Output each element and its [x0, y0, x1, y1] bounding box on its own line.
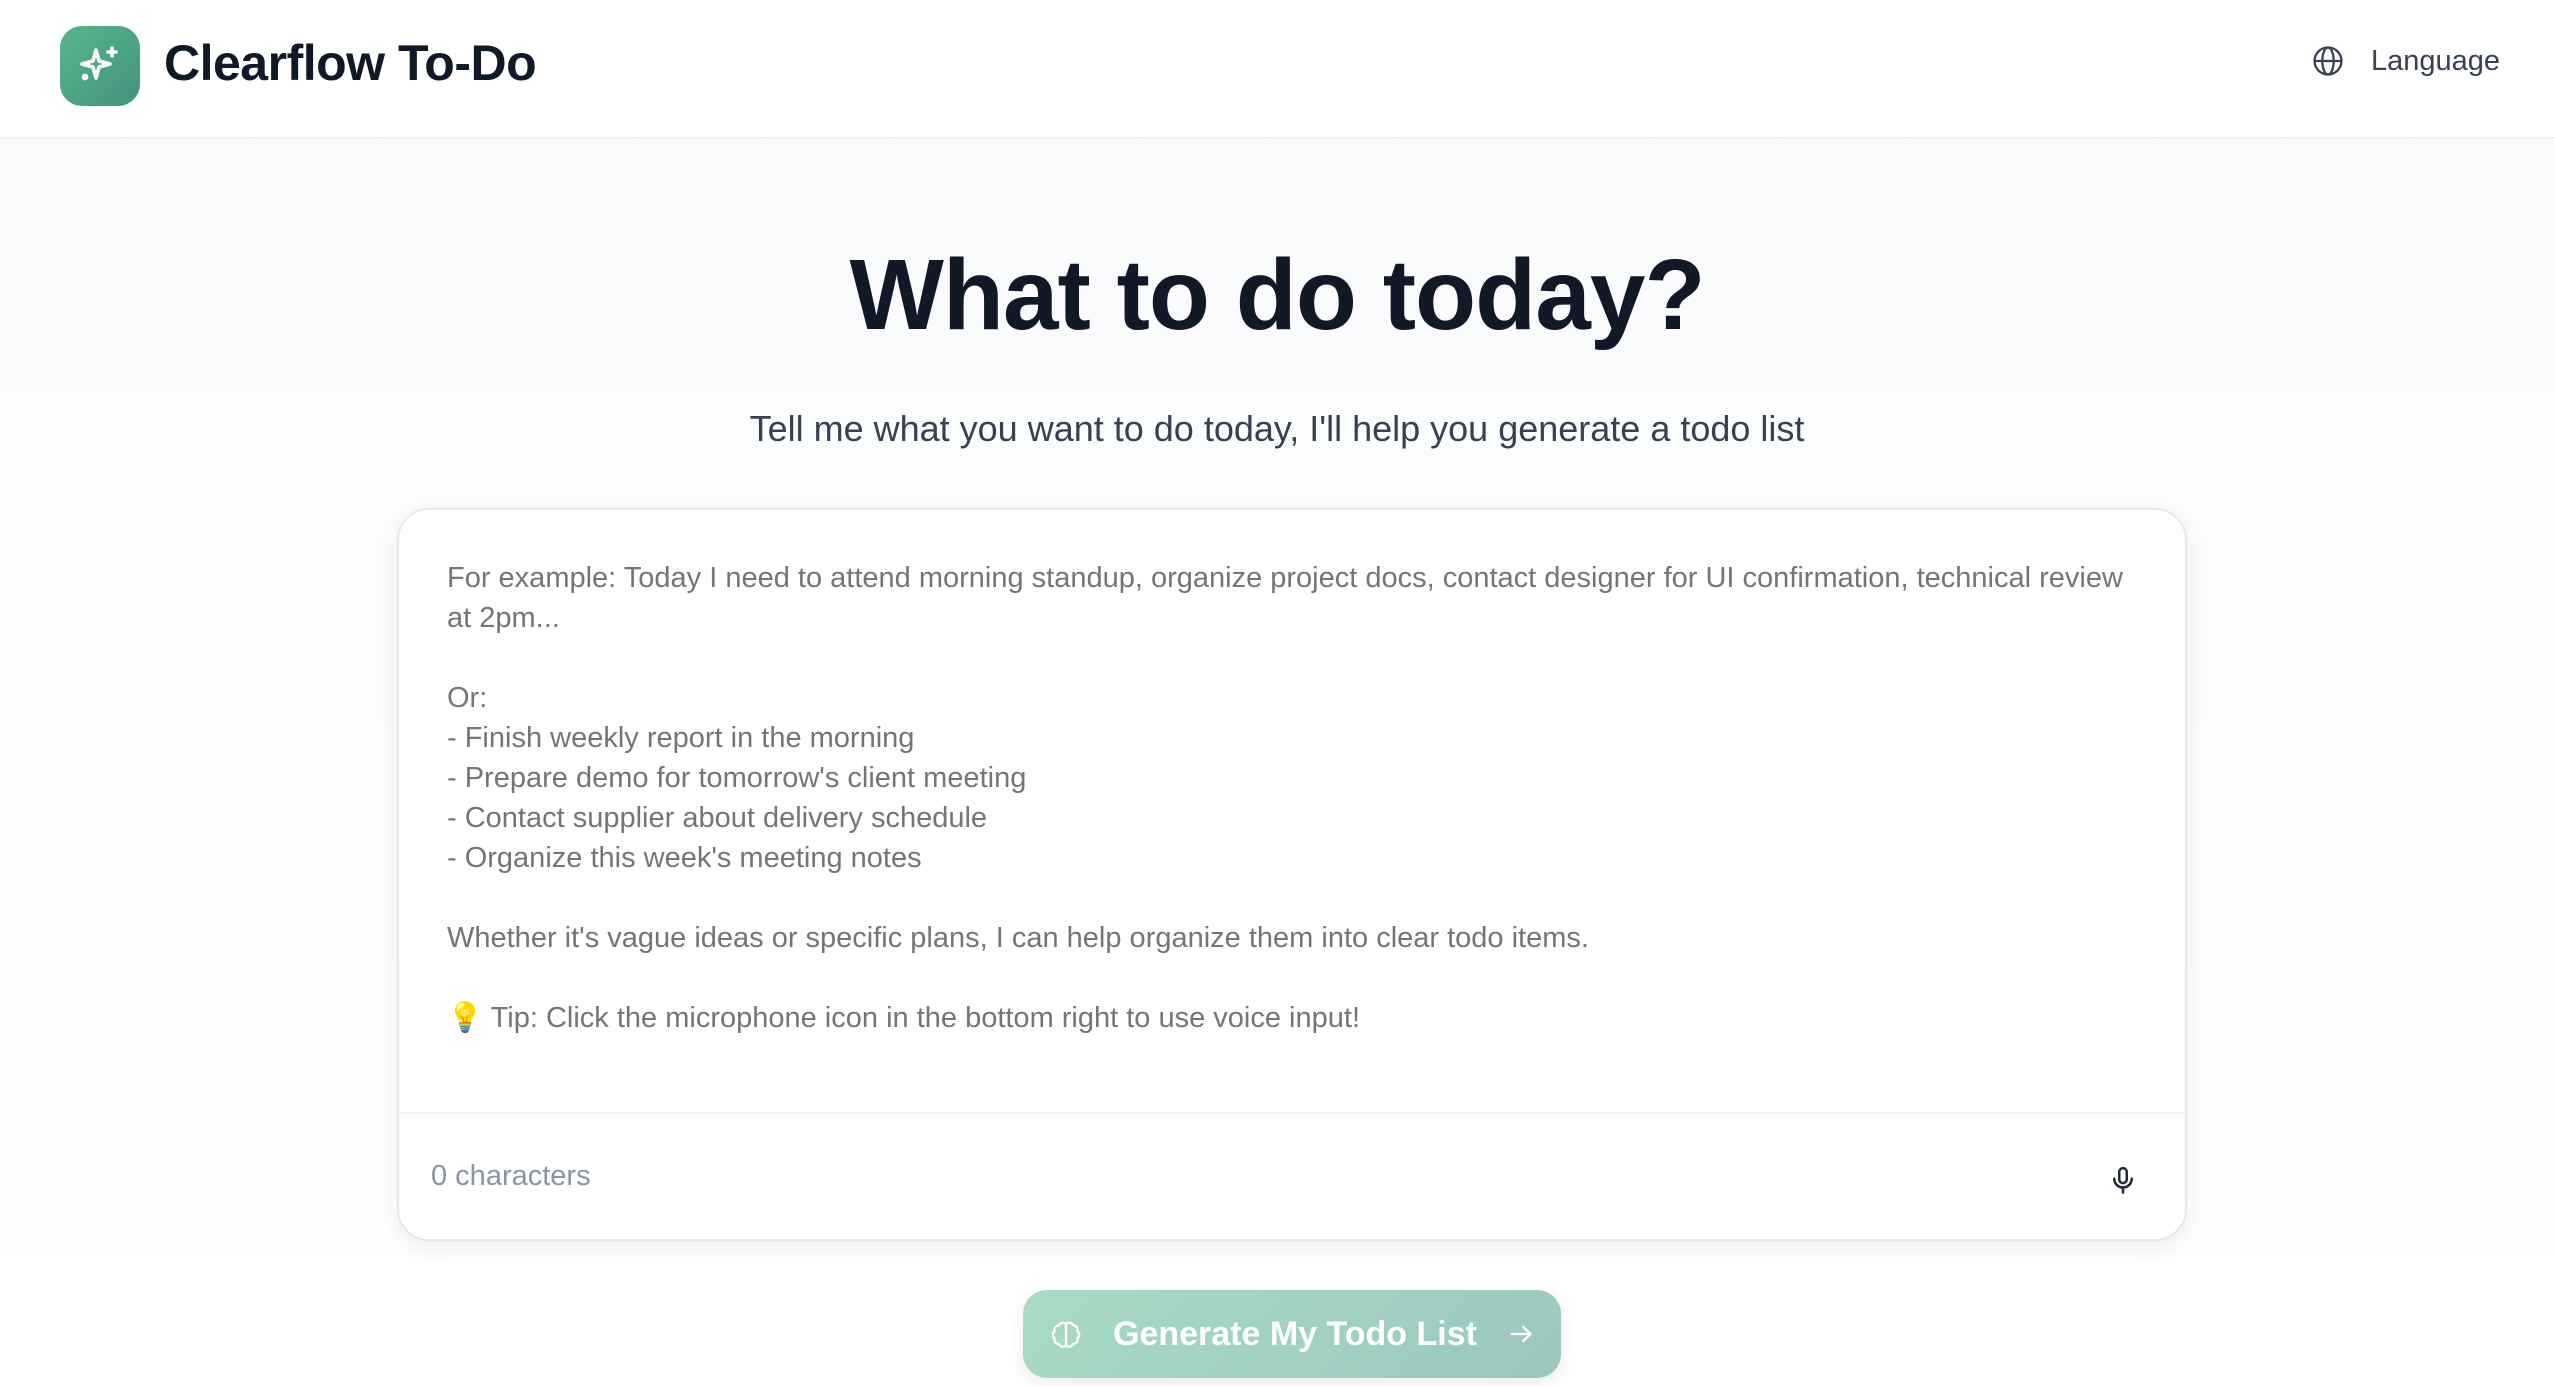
- voice-input-button[interactable]: [2101, 1158, 2145, 1202]
- task-input[interactable]: [447, 558, 2147, 1118]
- arrow-right-icon: [1510, 1325, 1532, 1343]
- page-title: What to do today?: [849, 239, 1705, 351]
- generate-button-label: Generate My Todo List: [1113, 1314, 1477, 1353]
- generate-todo-button[interactable]: Generate My Todo List: [1023, 1290, 1561, 1378]
- character-count: 0 characters: [431, 1160, 591, 1192]
- globe-icon: [2313, 46, 2343, 76]
- page-subtitle: Tell me what you want to do today, I'll …: [749, 408, 1805, 449]
- header: Clearflow To-Do Language: [0, 0, 2554, 139]
- divider: [399, 1112, 2185, 1114]
- task-input-card: 0 characters: [397, 508, 2187, 1241]
- microphone-icon: [2113, 1166, 2133, 1194]
- brain-icon: [1051, 1321, 1081, 1348]
- app-title: Clearflow To-Do: [164, 35, 537, 91]
- language-button[interactable]: Language: [2311, 44, 2500, 78]
- language-label: Language: [2370, 44, 2500, 77]
- sparkles-icon: [80, 46, 118, 81]
- app-logo: [60, 26, 140, 106]
